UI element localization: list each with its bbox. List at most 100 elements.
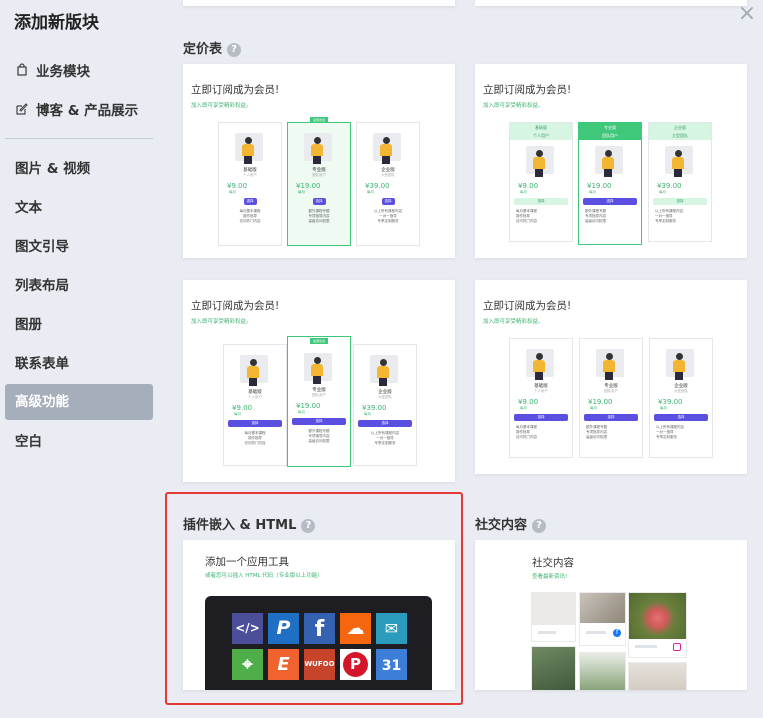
plan-features: 每月基本课程 操作指导 访问热门内容 bbox=[516, 209, 537, 223]
sidebar-item-image-text[interactable]: 图文引导 bbox=[5, 229, 153, 265]
plan-desc: 团队用户 bbox=[312, 173, 326, 177]
pricing-template-3[interactable]: 立即订阅成为会员! 加入即可享受精彩权益。 基础版 个人用户 ¥9.00 每月 … bbox=[183, 280, 455, 482]
plan-features: 以上所有课程内容 一对一指导 专享定制服务 bbox=[655, 209, 683, 223]
template-card-partial[interactable] bbox=[183, 0, 455, 6]
plan-select-button: 选择 bbox=[514, 414, 568, 421]
plan-select-button: 选择 bbox=[243, 198, 257, 205]
plan-card-featured: 最受欢迎 专业版 团队用户 ¥19.00 每月 选择 额外课程专题 专项指导内容高… bbox=[287, 336, 351, 467]
plan-card: 基础版 个人用户 ¥9.00 每月 选择 每月基本课程 操作指导 访问热门内容 bbox=[218, 122, 282, 246]
sidebar-item-label: 文本 bbox=[15, 200, 42, 216]
sidebar-divider bbox=[5, 138, 153, 139]
section-title: 社交内容 bbox=[475, 518, 528, 533]
plan-features: 额外课程专题 专项指导内容 高级访问权限 bbox=[586, 425, 607, 439]
illustration bbox=[300, 351, 338, 385]
card-title: 立即订阅成为会员! bbox=[191, 300, 280, 312]
sidebar-item-blank[interactable]: 空白 bbox=[5, 424, 153, 460]
panel-title: 添加新版块 bbox=[14, 13, 99, 33]
social-feed-template[interactable]: 社交内容 查看最新资讯! f bbox=[475, 540, 747, 690]
plan-header: 企业版 大型团队 bbox=[649, 123, 711, 140]
post-image bbox=[580, 593, 625, 623]
plan-card: 专业版 团队用户 ¥19.00 每月 选择 额外课程专题 专项指导内容 高级访问权限 bbox=[579, 338, 643, 458]
facebook-icon: f bbox=[613, 629, 621, 637]
social-post bbox=[531, 646, 576, 690]
sidebar-item-images-video[interactable]: 图片 & 视频 bbox=[5, 151, 153, 187]
social-post bbox=[531, 592, 576, 642]
help-icon[interactable]: ? bbox=[227, 43, 242, 57]
plan-price: ¥39.00 bbox=[365, 182, 390, 190]
post-image bbox=[532, 647, 575, 690]
plan-price: ¥39.00 bbox=[362, 404, 387, 412]
plan-features: 以上所有课程内容 一对一指导 专享定制服务 bbox=[374, 209, 402, 223]
pricing-template-2[interactable]: 立即订阅成为会员! 加入即可享受精彩权益。 基础版 个人用户 ¥9.00 每月 选… bbox=[475, 64, 747, 258]
plan-desc: 个人用户 bbox=[534, 389, 548, 393]
plan-features: 额外课程专题 专项指导内容 高级访问权限 bbox=[585, 209, 606, 223]
plan-desc: 大型团队 bbox=[378, 395, 392, 399]
sidebar-item-advanced[interactable]: 高级功能 bbox=[5, 384, 153, 420]
plan-features: 每月基本课程 操作指导 访问热门内容 bbox=[239, 209, 261, 223]
sidebar-item-gallery[interactable]: 图册 bbox=[5, 307, 153, 343]
plan-select-button: 选择 bbox=[228, 420, 282, 427]
section-heading-social: 社交内容? bbox=[475, 514, 547, 533]
plan-select-button: 选择 bbox=[583, 198, 637, 205]
illustration bbox=[366, 353, 404, 387]
plan-card: 基础版 个人用户 ¥9.00 每月 选择 每月基本课程 操作指导 访问热门内容 bbox=[509, 122, 573, 242]
plan-unit: 每月 bbox=[298, 410, 305, 414]
card-subtitle: 加入即可享受精彩权益。 bbox=[191, 103, 252, 109]
plan-price: ¥19.00 bbox=[296, 182, 321, 190]
plan-select-button: 选择 bbox=[381, 198, 395, 205]
plan-card: 企业版 大型团队 ¥39.00 每月 选择 以上所有课程内容 一对一指导 专享定制服… bbox=[649, 338, 713, 458]
close-icon[interactable]: × bbox=[736, 3, 758, 26]
card-title: 社交内容 bbox=[532, 557, 574, 569]
section-title: 定价表 bbox=[183, 42, 223, 57]
illustration bbox=[300, 131, 338, 165]
plan-desc: 团队用户 bbox=[312, 393, 326, 397]
sidebar-item-contact-form[interactable]: 联系表单 bbox=[5, 346, 153, 382]
social-post bbox=[628, 662, 687, 690]
plan-unit: 每月 bbox=[364, 412, 371, 416]
illustration bbox=[661, 144, 699, 178]
sidebar-item-list-layout[interactable]: 列表布局 bbox=[5, 268, 153, 304]
plan-select-button: 选择 bbox=[653, 198, 707, 205]
template-card-partial[interactable] bbox=[475, 0, 747, 6]
help-icon[interactable]: ? bbox=[532, 519, 547, 533]
sidebar-item-label: 图片 & 视频 bbox=[15, 161, 91, 177]
post-image bbox=[629, 663, 686, 690]
illustration bbox=[236, 353, 274, 387]
plan-features: 每月基本课程 操作指导 访问热门内容 bbox=[244, 431, 266, 445]
plan-unit: 每月 bbox=[367, 190, 374, 194]
sidebar-item-label: 联系表单 bbox=[15, 356, 69, 372]
card-title: 立即订阅成为会员! bbox=[483, 300, 572, 312]
sidebar-item-label: 列表布局 bbox=[15, 278, 69, 294]
sidebar-item-blog-product[interactable]: 博客 & 产品展示 bbox=[5, 93, 153, 129]
plan-price: ¥19.00 bbox=[587, 182, 612, 190]
sidebar-item-business[interactable]: 业务模块 bbox=[5, 54, 153, 90]
plan-unit: 每月 bbox=[589, 190, 596, 194]
social-post bbox=[628, 592, 687, 658]
illustration bbox=[591, 144, 629, 178]
pricing-template-1[interactable]: 立即订阅成为会员! 加入即可享受精彩权益。 基础版 个人用户 ¥9.00 每月 … bbox=[183, 64, 455, 258]
social-post bbox=[579, 652, 626, 690]
edit-icon bbox=[15, 93, 29, 129]
plan-features: 额外课程专题 专项指导内容 高级访问权限 bbox=[308, 429, 330, 443]
sidebar-item-text[interactable]: 文本 bbox=[5, 190, 153, 226]
plan-unit: 每月 bbox=[659, 190, 666, 194]
plan-badge: 最受欢迎 bbox=[310, 338, 328, 344]
plan-select-button: 选择 bbox=[312, 198, 326, 205]
plan-features: 额外课程专题 专项指导内容 高级访问权限 bbox=[308, 209, 330, 223]
pricing-template-4[interactable]: 立即订阅成为会员! 加入即可享受精彩权益。 基础版 个人用户 ¥9.00 每月 … bbox=[475, 280, 747, 474]
plan-price: ¥39.00 bbox=[658, 398, 683, 406]
plan-price: ¥19.00 bbox=[588, 398, 613, 406]
plan-desc: 团队用户 bbox=[604, 389, 618, 393]
section-heading-pricing: 定价表? bbox=[183, 38, 242, 57]
plan-price: ¥39.00 bbox=[657, 182, 682, 190]
plan-price: ¥19.00 bbox=[296, 402, 321, 410]
card-subtitle: 加入即可享受精彩权益。 bbox=[483, 319, 544, 325]
sidebar-item-label: 博客 & 产品展示 bbox=[36, 103, 139, 119]
illustration bbox=[522, 347, 560, 381]
sidebar-item-label: 图文引导 bbox=[15, 239, 69, 255]
card-title: 立即订阅成为会员! bbox=[191, 84, 280, 96]
plan-unit: 每月 bbox=[234, 412, 241, 416]
plan-price: ¥9.00 bbox=[518, 398, 539, 406]
illustration bbox=[592, 347, 630, 381]
plan-header: 基础版 个人用户 bbox=[510, 123, 572, 140]
